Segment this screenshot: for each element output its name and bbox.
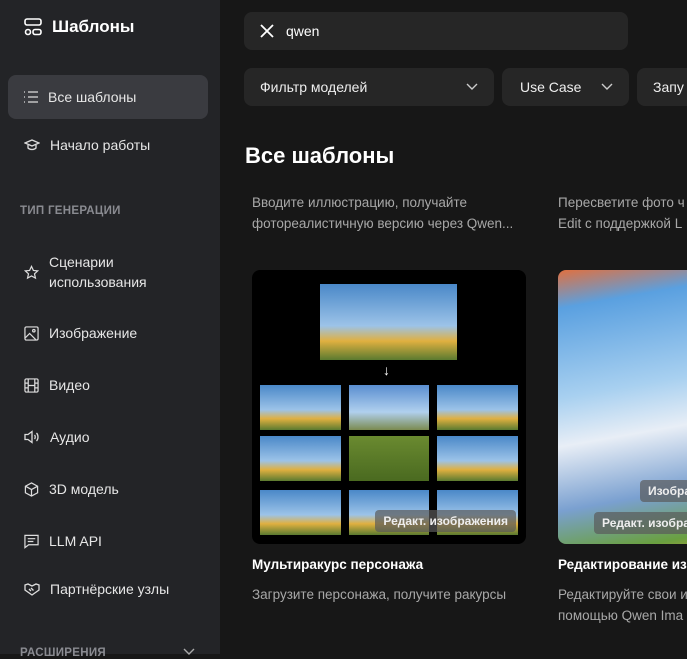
star-icon xyxy=(24,264,39,279)
sidebar-item-label: LLM API xyxy=(49,533,102,549)
arrow-down-icon: ↓ xyxy=(383,362,390,378)
page-title: Все шаблоны xyxy=(245,143,395,168)
card-title[interactable]: Редактирование из xyxy=(558,557,687,572)
sidebar-item-audio[interactable]: Аудио xyxy=(8,415,208,459)
film-icon xyxy=(24,377,39,393)
filter-label: Запу xyxy=(653,79,684,95)
sidebar-item-label: Изображение xyxy=(49,325,138,341)
card-title[interactable]: Мультиракурс персонажа xyxy=(252,557,423,572)
card-description: Вводите иллюстрацию, получайте фотореалис… xyxy=(252,195,514,231)
sidebar-item-3d-model[interactable]: 3D модель xyxy=(8,467,208,511)
sidebar-item-all-templates[interactable]: Все шаблоны xyxy=(8,75,208,119)
sidebar-item-label: Партнёрские узлы xyxy=(50,581,170,597)
sidebar-item-image[interactable]: Изображение xyxy=(8,311,208,355)
sidebar-header: Шаблоны xyxy=(24,17,134,37)
section-generation-type: ТИП ГЕНЕРАЦИИ xyxy=(20,205,121,217)
sidebar-item-label: Аудио xyxy=(50,429,90,445)
templates-icon xyxy=(24,18,42,36)
template-card-multiview[interactable]: ↓ Редакт. изображения xyxy=(252,270,526,544)
search-value: qwen xyxy=(286,23,320,39)
sidebar-item-llm-api[interactable]: LLM API xyxy=(8,519,208,563)
filter-label: Фильтр моделей xyxy=(260,79,368,95)
sidebar-item-label: Видео xyxy=(49,377,90,393)
sidebar-item-label: 3D модель xyxy=(49,481,119,497)
sidebar-item-label: Все шаблоны xyxy=(48,89,137,105)
chat-icon xyxy=(24,534,39,549)
chevron-down-icon xyxy=(601,83,613,90)
run-filter-dropdown[interactable]: Запу xyxy=(637,68,687,106)
chevron-down-icon xyxy=(466,83,478,90)
list-icon xyxy=(24,91,38,103)
section-extensions: РАСШИРЕНИЯ xyxy=(20,647,106,659)
image-icon xyxy=(24,325,39,341)
sidebar-title: Шаблоны xyxy=(52,17,135,36)
category-badge: Редакт. изображения xyxy=(375,510,516,532)
sidebar: Шаблоны Все шаблоны Начало работы ТИП ГЕ… xyxy=(0,0,220,659)
sidebar-item-use-cases[interactable]: Сценарии использования xyxy=(8,248,208,296)
chevron-down-icon[interactable] xyxy=(183,648,195,656)
card-description: Пересветите фото ч Edit с поддержкой L xyxy=(558,195,685,231)
category-badge: Изобра xyxy=(640,480,687,502)
graduation-cap-icon xyxy=(24,139,40,151)
main-content: qwen Фильтр моделей Use Case Запу Все ша… xyxy=(220,0,687,654)
use-case-dropdown[interactable]: Use Case xyxy=(502,68,629,106)
card-description: Загрузите персонажа, получите ракурсы xyxy=(252,587,507,602)
sidebar-item-label: Начало работы xyxy=(50,137,151,153)
handshake-icon xyxy=(24,583,40,596)
speaker-icon xyxy=(24,430,39,444)
template-card-image-edit[interactable]: Изобра Редакт. изобра xyxy=(558,270,687,544)
sidebar-item-label: Сценарии использования xyxy=(49,254,147,290)
cube-icon xyxy=(24,481,39,497)
close-icon[interactable] xyxy=(260,24,274,38)
filter-label: Use Case xyxy=(520,79,582,95)
sidebar-item-partner-nodes[interactable]: Партнёрские узлы xyxy=(8,567,208,611)
model-filter-dropdown[interactable]: Фильтр моделей xyxy=(244,68,494,106)
sidebar-item-video[interactable]: Видео xyxy=(8,363,208,407)
preview-image xyxy=(320,284,457,360)
category-badge: Редакт. изобра xyxy=(594,512,687,534)
sidebar-item-getting-started[interactable]: Начало работы xyxy=(8,123,208,167)
card-description: Редактируйте свои и помощью Qwen Ima xyxy=(558,587,687,623)
search-input[interactable]: qwen xyxy=(244,12,628,50)
